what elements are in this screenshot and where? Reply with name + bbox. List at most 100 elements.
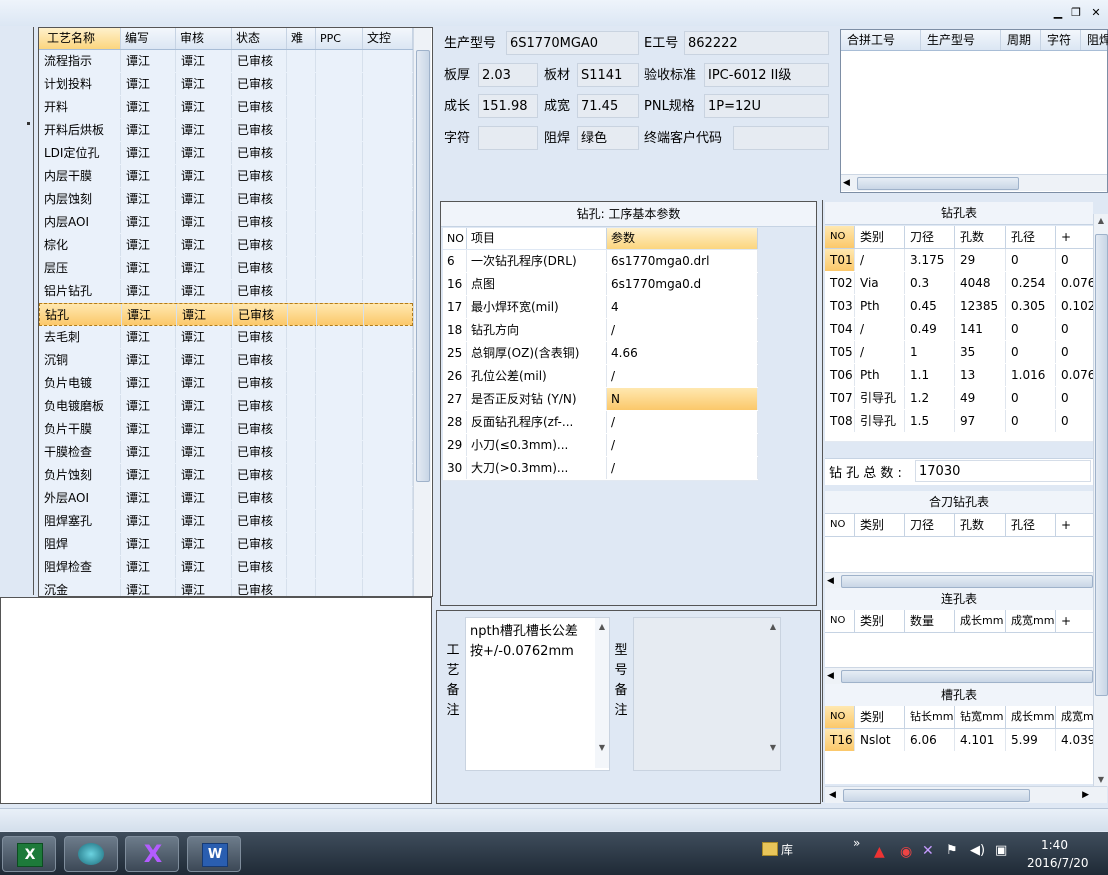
tray-xmanager-icon[interactable]: ✕ [922,843,934,859]
chain-table-hscroll[interactable]: ◀ [825,667,1093,684]
col-plus[interactable]: + [1056,610,1093,632]
table-row[interactable]: 负片蚀刻 谭江 谭江 已审核 [39,464,413,488]
media-icon[interactable] [64,836,118,872]
clock-time[interactable]: 1:40 [1041,838,1068,852]
network-icon[interactable]: ▣ [995,843,1007,858]
scroll-down-icon[interactable]: ▼ [1094,775,1108,784]
col-param[interactable]: 参数 [607,228,758,249]
table-row[interactable]: 负电镀磨板 谭江 谭江 已审核 [39,395,413,419]
table-row[interactable]: 负片干膜 谭江 谭江 已审核 [39,418,413,442]
table-row[interactable]: 棕化 谭江 谭江 已审核 [39,234,413,258]
table-row[interactable]: T02 Via 0.3 4048 0.254 0.076 [825,272,1093,296]
col-type[interactable]: 类别 [855,226,905,248]
scroll-left-icon[interactable]: ◀ [827,576,834,586]
table-row[interactable]: 内层AOI 谭江 谭江 已审核 [39,211,413,235]
col-no[interactable]: NO [825,514,855,536]
scroll-right-icon[interactable]: ▶ [1082,790,1089,800]
table-row[interactable]: 17 最小焊环宽(mil) 4 [443,296,758,320]
col-reviewer[interactable]: 审核 [176,28,232,49]
col-status[interactable]: 状态 [232,28,287,49]
volume-icon[interactable]: ◀) [970,843,985,858]
drill-total-field[interactable]: 17030 [915,460,1091,482]
mask-field[interactable]: 绿色 [577,126,639,150]
col-hole-count[interactable]: 孔数 [955,226,1006,248]
col-hole-count[interactable]: 孔数 [955,514,1006,536]
scroll-left-icon[interactable]: ◀ [827,671,834,681]
table-row[interactable]: T07 引导孔 1.2 49 0 0 [825,387,1093,411]
col-drill-wid-mm[interactable]: 钻宽mm [955,706,1006,728]
col-len-mm[interactable]: 成长mm [1006,706,1056,728]
col-type[interactable]: 类别 [855,514,905,536]
col-merge-mask[interactable]: 阻焊 [1081,30,1108,50]
col-writer[interactable]: 编写 [121,28,176,49]
table-row[interactable]: 干膜检查 谭江 谭江 已审核 [39,441,413,465]
eno-field[interactable]: 862222 [684,31,829,55]
table-row[interactable]: 沉铜 谭江 谭江 已审核 [39,349,413,373]
scrollbar-thumb[interactable] [843,789,1030,802]
scroll-up-icon[interactable]: ▲ [595,622,609,631]
table-row[interactable]: 开料 谭江 谭江 已审核 [39,96,413,120]
col-no[interactable]: NO [825,226,855,248]
tray-app-icon[interactable]: ▲ [874,844,885,860]
merge-table-hscroll[interactable]: ◀ [841,174,1107,191]
col-ppc[interactable]: PPC [316,28,363,49]
table-row[interactable]: T06 Pth 1.1 13 1.016 0.076 [825,364,1093,388]
table-row[interactable]: 去毛刺 谭江 谭江 已审核 [39,326,413,350]
restore-icon[interactable]: ❐ [1068,5,1084,21]
col-no[interactable]: NO [825,610,855,632]
table-row[interactable]: 30 大刀(>0.3mm)... / [443,457,758,481]
scrollbar-thumb[interactable] [1095,234,1108,696]
process-table-scrollbar[interactable] [413,28,431,596]
table-row[interactable]: 流程指示 谭江 谭江 已审核 [39,50,413,74]
minimize-icon[interactable]: ▁ [1050,5,1066,21]
col-hole-dia[interactable]: 孔径 [1006,226,1056,248]
width-field[interactable]: 71.45 [577,94,639,118]
table-row[interactable]: 计划投料 谭江 谭江 已审核 [39,73,413,97]
table-row[interactable]: 18 钻孔方向 / [443,319,758,343]
table-row[interactable]: T04/0.49 141 0 0 [825,318,1093,342]
tray-flag-icon[interactable]: ⚑ [946,843,958,858]
col-tool-dia[interactable]: 刀径 [905,226,955,248]
thickness-field[interactable]: 2.03 [478,63,538,87]
table-row[interactable]: 27 是否正反对钻 (Y/N) N [443,388,758,412]
process-notes-textarea[interactable]: npth槽孔槽长公差按+/-0.0762mm ▲ ▼ [465,617,610,771]
col-type[interactable]: 类别 [855,706,905,728]
col-merge-eno[interactable]: 合拼工号 [841,30,921,50]
col-wid-mm[interactable]: 成宽mm [1056,706,1093,728]
pnl-field[interactable]: 1P=12U [704,94,829,118]
table-row[interactable]: 负片电镀 谭江 谭江 已审核 [39,372,413,396]
col-type[interactable]: 类别 [855,610,905,632]
scrollbar-thumb[interactable] [857,177,1019,190]
table-row[interactable]: 29 小刀(≤0.3mm)... / [443,434,758,458]
table-row[interactable]: 层压 谭江 谭江 已审核 [39,257,413,281]
col-doc-control[interactable]: 文控 [363,28,413,49]
table-row[interactable]: T03 Pth 0.45 12385 0.305 0.102 [825,295,1093,319]
notes-scrollbar[interactable]: ▲ ▼ [595,618,609,768]
material-field[interactable]: S1141 [577,63,639,87]
col-item[interactable]: 项目 [467,228,607,249]
col-merge-cycle[interactable]: 周期 [1001,30,1041,50]
model-notes-textarea[interactable]: ▲ ▼ [633,617,781,771]
table-row[interactable]: 阻焊检查 谭江 谭江 已审核 [39,556,413,580]
col-difficulty[interactable]: 难 [287,28,316,49]
table-row[interactable]: 开料后烘板 谭江 谭江 已审核 [39,119,413,143]
scrollbar-thumb[interactable] [841,575,1093,588]
table-row[interactable]: 沉金 谭江 谭江 已审核 [39,579,413,596]
scroll-up-icon[interactable]: ▲ [1094,216,1108,225]
model-field[interactable]: 6S1770MGA0 [506,31,639,55]
table-row[interactable]: 25 总铜厚(OZ)(含表铜) 4.66 [443,342,758,366]
table-row[interactable]: 28 反面钻孔程序(zf-... / [443,411,758,435]
scroll-left-icon[interactable]: ◀ [829,790,836,800]
clock-date[interactable]: 2016/7/20 [1027,856,1089,870]
table-row[interactable]: 16 点图 6s1770mga0.d [443,273,758,297]
col-len-mm[interactable]: 成长mm [955,610,1006,632]
length-field[interactable]: 151.98 [478,94,538,118]
col-hole-dia[interactable]: 孔径 [1006,514,1056,536]
col-no[interactable]: NO [825,706,855,728]
folder-icon[interactable] [762,842,778,856]
table-row[interactable]: 铝片钻孔 谭江 谭江 已审核 [39,280,413,304]
char-field[interactable] [478,126,538,150]
col-qty[interactable]: 数量 [905,610,955,632]
table-row[interactable]: T01/3.175 29 0 0 [825,249,1093,273]
col-merge-model[interactable]: 生产型号 [921,30,1001,50]
